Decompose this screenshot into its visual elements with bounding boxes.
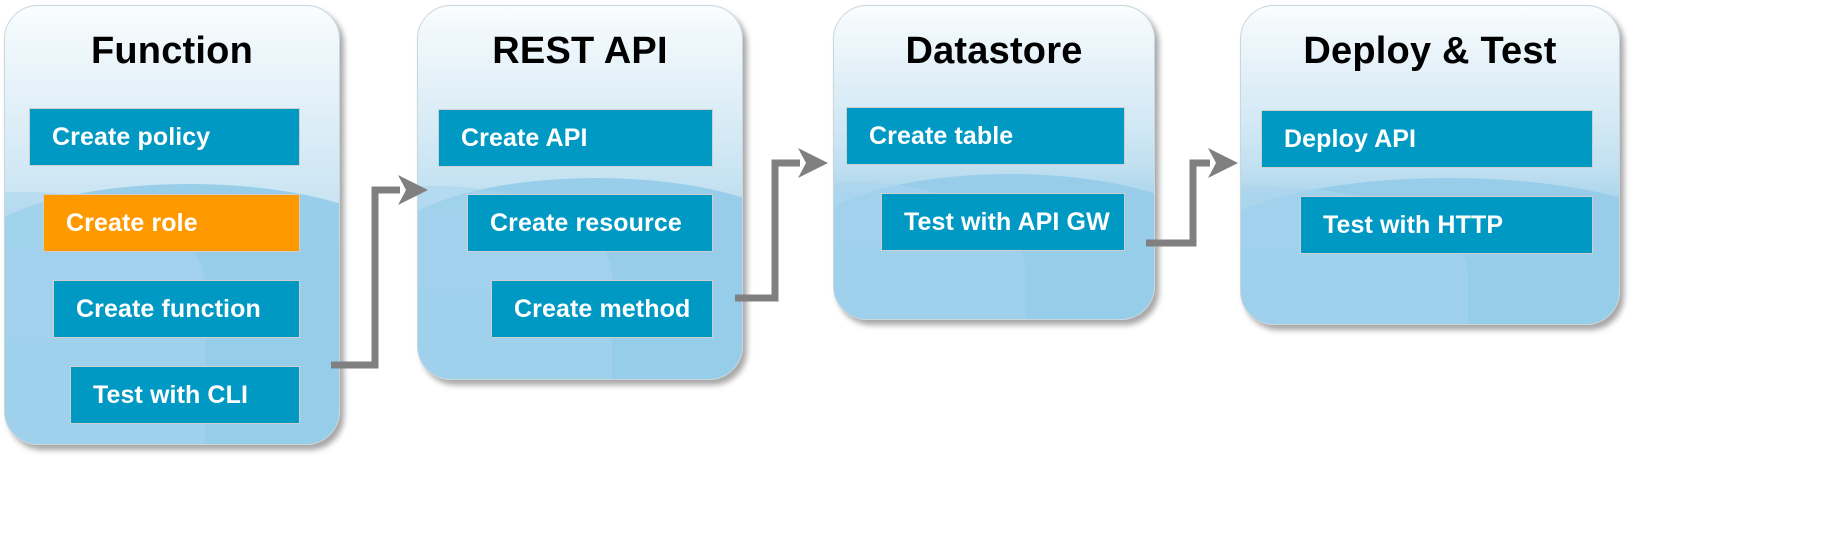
- connector-datastore-to-deploy-test: [1146, 148, 1238, 247]
- diagram-canvas: Function Create policy Create role Creat…: [0, 0, 1828, 550]
- arrowhead-icon: [1208, 148, 1238, 178]
